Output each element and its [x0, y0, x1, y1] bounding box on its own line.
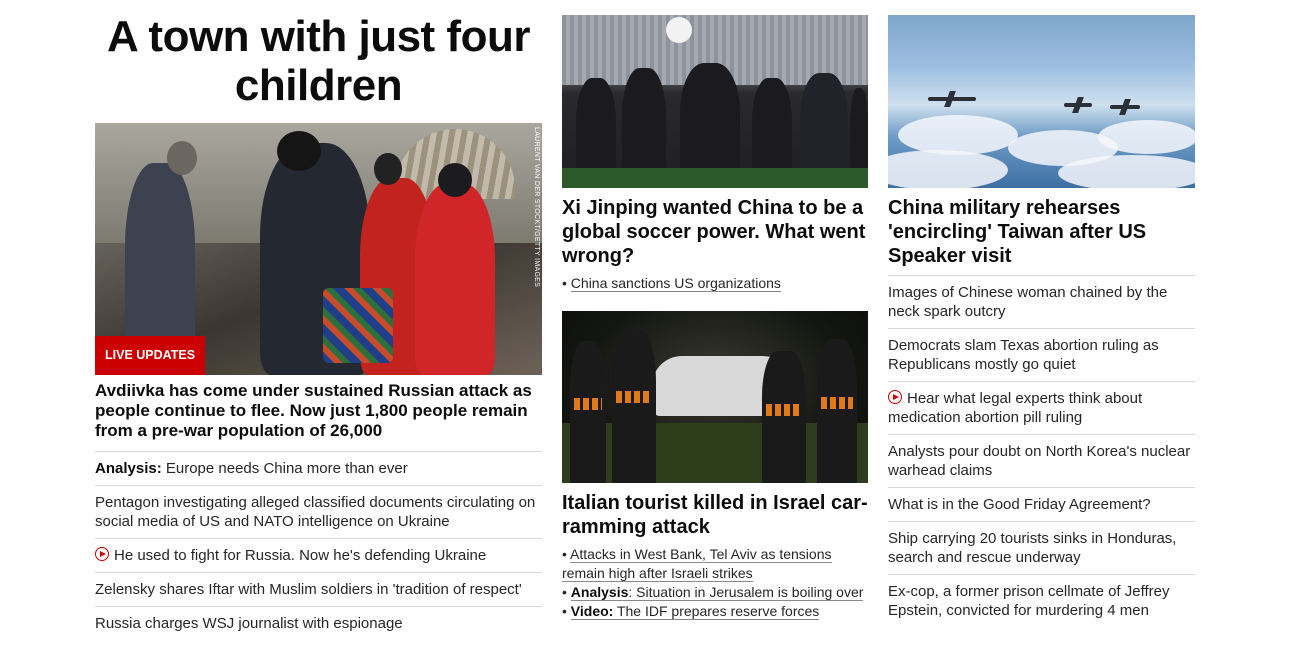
link-text: : Situation in Jerusalem is boiling over: [628, 584, 864, 600]
list-item[interactable]: Ex-cop, a former prison cellmate of Jeff…: [888, 574, 1195, 627]
list-item[interactable]: Hear what legal experts think about medi…: [888, 381, 1195, 434]
link-text: Attacks in West Bank, Tel Aviv as tensio…: [562, 546, 832, 582]
image-person: [762, 351, 806, 483]
image-person-head: [374, 153, 402, 185]
link-text: The IDF prepares reserve forces: [613, 603, 820, 619]
image-cloud: [1058, 155, 1195, 188]
image-cloud: [888, 150, 1008, 188]
lead-story-title[interactable]: A town with just four children: [95, 12, 542, 110]
link-text: Europe needs China more than ever: [161, 460, 408, 477]
link-text: Images of Chinese woman chained by the n…: [888, 284, 1168, 320]
soccer-related-links: • China sanctions US organizations: [562, 274, 868, 293]
link-text: Hear what legal experts think about medi…: [888, 390, 1143, 426]
link-text: What is in the Good Friday Agreement?: [888, 496, 1151, 513]
right-related-links: Images of Chinese woman chained by the n…: [888, 275, 1195, 627]
image-person: [415, 183, 495, 375]
right-column: China military rehearses 'encircling' Ta…: [888, 0, 1195, 627]
list-item[interactable]: • Video: The IDF prepares reserve forces: [562, 602, 868, 621]
image-bag: [323, 288, 393, 363]
image-person: [612, 329, 656, 483]
image-soccer-ball: [666, 17, 692, 43]
video-play-icon: [95, 547, 109, 561]
list-item[interactable]: Russia charges WSJ journalist with espio…: [95, 606, 542, 640]
lead-story-image[interactable]: LAURENT VAN DER STOCKT/GETTY IMAGES LIVE…: [95, 123, 542, 375]
link-text: Ship carrying 20 tourists sinks in Hondu…: [888, 530, 1177, 566]
image-person-head: [438, 163, 472, 197]
soccer-story-image[interactable]: [562, 15, 868, 188]
image-person: [570, 341, 606, 483]
link-text: Analysts pour doubt on North Korea's nuc…: [888, 443, 1191, 479]
list-item[interactable]: Analysts pour doubt on North Korea's nuc…: [888, 434, 1195, 487]
list-item[interactable]: Zelensky shares Iftar with Muslim soldie…: [95, 572, 542, 606]
car-ramming-related-links: • Attacks in West Bank, Tel Aviv as tens…: [562, 545, 868, 621]
link-text: Zelensky shares Iftar with Muslim soldie…: [95, 581, 522, 598]
list-item[interactable]: Democrats slam Texas abortion ruling as …: [888, 328, 1195, 381]
list-item[interactable]: What is in the Good Friday Agreement?: [888, 487, 1195, 521]
list-item[interactable]: Pentagon investigating alleged classifie…: [95, 485, 542, 538]
image-grass: [562, 168, 868, 188]
taiwan-story-headline[interactable]: China military rehearses 'encircling' Ta…: [888, 196, 1195, 268]
lead-related-links: Analysis: Europe needs China more than e…: [95, 451, 542, 640]
link-text: Pentagon investigating alleged classifie…: [95, 494, 536, 530]
image-jet: [928, 97, 976, 101]
lead-story-headline[interactable]: Avdiivka has come under sustained Russia…: [95, 381, 542, 441]
link-prefix: Analysis: [570, 584, 629, 600]
image-jet: [1064, 103, 1092, 107]
list-item[interactable]: • Analysis: Situation in Jerusalem is bo…: [562, 583, 868, 602]
live-updates-badge[interactable]: LIVE UPDATES: [95, 336, 206, 375]
link-text: He used to fight for Russia. Now he's de…: [114, 547, 487, 564]
video-play-icon: [888, 390, 902, 404]
link-text: Russia charges WSJ journalist with espio…: [95, 615, 403, 632]
soccer-story-headline[interactable]: Xi Jinping wanted China to be a global s…: [562, 196, 868, 268]
list-item[interactable]: Ship carrying 20 tourists sinks in Hondu…: [888, 521, 1195, 574]
image-person-head: [167, 141, 197, 175]
link-text: China sanctions US organizations: [570, 275, 781, 292]
car-ramming-story-image[interactable]: [562, 311, 868, 483]
image-cloud: [1098, 120, 1195, 154]
image-cloud: [898, 115, 1018, 155]
list-item[interactable]: Images of Chinese woman chained by the n…: [888, 275, 1195, 328]
middle-column: Xi Jinping wanted China to be a global s…: [562, 0, 868, 621]
link-text: Ex-cop, a former prison cellmate of Jeff…: [888, 583, 1170, 619]
link-text: Democrats slam Texas abortion ruling as …: [888, 337, 1159, 373]
link-prefix: Video:: [570, 603, 614, 619]
lead-story-column: A town with just four children LAURENT V…: [95, 0, 542, 640]
list-item[interactable]: • China sanctions US organizations: [562, 274, 868, 293]
image-person-head: [277, 131, 321, 171]
image-jet: [1110, 105, 1140, 109]
image-person: [817, 339, 857, 483]
link-prefix: Analysis:: [95, 460, 162, 477]
car-ramming-headline[interactable]: Italian tourist killed in Israel car-ram…: [562, 491, 868, 539]
list-item[interactable]: He used to fight for Russia. Now he's de…: [95, 538, 542, 572]
taiwan-story-image[interactable]: [888, 15, 1195, 188]
image-credit: LAURENT VAN DER STOCKT/GETTY IMAGES: [533, 127, 540, 288]
list-item[interactable]: Analysis: Europe needs China more than e…: [95, 451, 542, 485]
list-item[interactable]: • Attacks in West Bank, Tel Aviv as tens…: [562, 545, 868, 583]
